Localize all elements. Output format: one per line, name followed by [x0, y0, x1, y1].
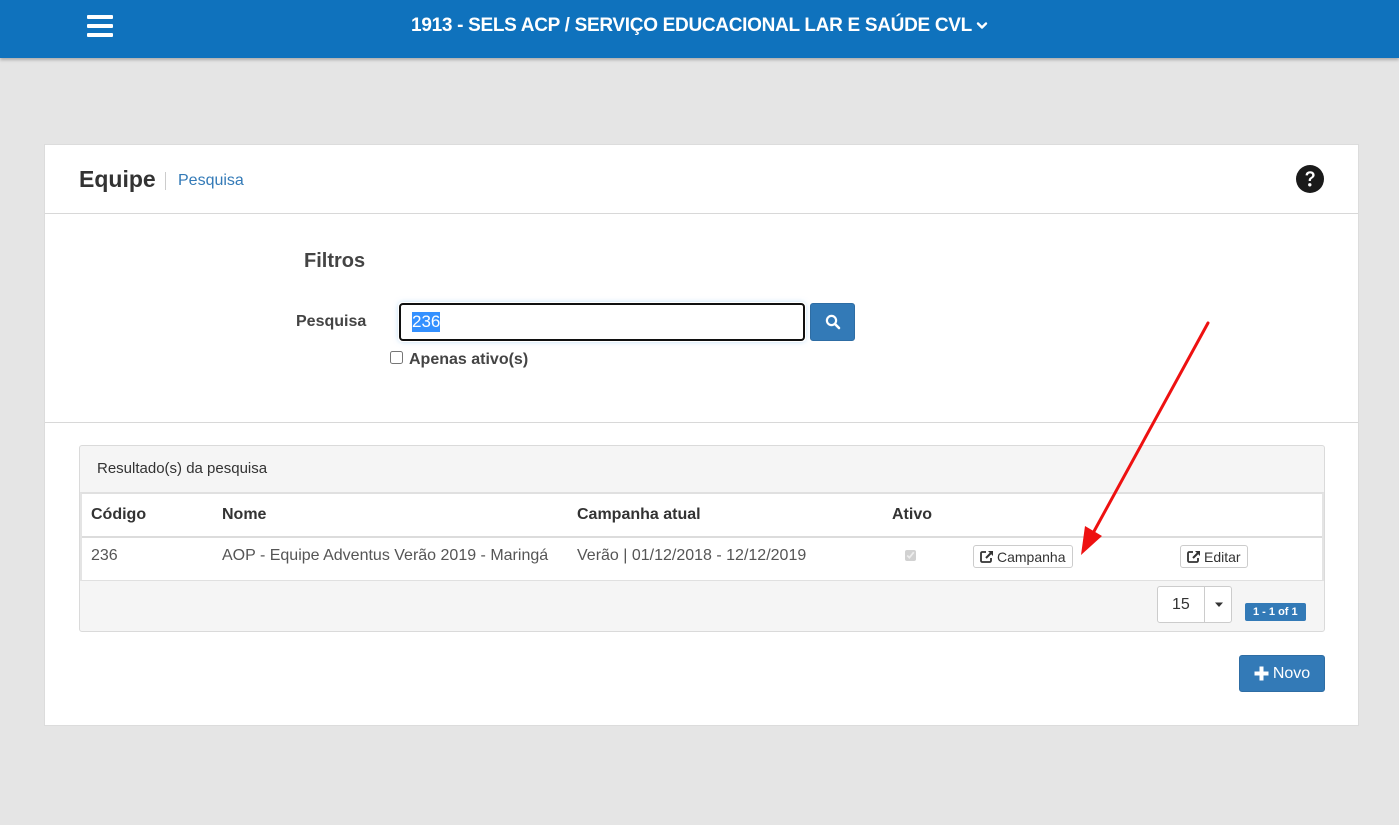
only-active-checkbox[interactable]: [390, 351, 403, 364]
cell-codigo: 236: [91, 547, 118, 564]
breadcrumb[interactable]: Pesquisa: [178, 172, 244, 190]
section-divider: [45, 422, 1358, 423]
page-title: Equipe: [79, 166, 156, 192]
cell-campanha-atual: Verão | 01/12/2018 - 12/12/2019: [577, 547, 807, 564]
search-icon: [825, 314, 840, 330]
only-active-label: Apenas ativo(s): [409, 351, 529, 368]
campanha-button[interactable]: Campanha: [973, 545, 1073, 568]
caret-down-icon: [1215, 602, 1223, 607]
organization-title: 1913 - SELS ACP / SERVIÇO EDUCACIONAL LA…: [411, 15, 972, 36]
column-header-nome: Nome: [222, 506, 267, 523]
page-size-separator: [1204, 587, 1205, 622]
cell-ativo-checkbox: [905, 550, 916, 561]
plus-icon: [1254, 666, 1269, 681]
column-header-ativo: Ativo: [892, 506, 932, 523]
campanha-button-label: Campanha: [997, 548, 1066, 565]
column-header-codigo: Código: [91, 506, 147, 523]
external-link-icon: [980, 551, 993, 563]
results-panel: Resultado(s) da pesquisa Código Nome Cam…: [79, 445, 1325, 632]
top-navbar: 1913 - SELS ACP / SERVIÇO EDUCACIONAL LA…: [0, 0, 1399, 58]
header-divider: [82, 536, 1322, 538]
novo-button[interactable]: Novo: [1239, 655, 1325, 692]
cell-nome: AOP - Equipe Adventus Verão 2019 - Marin…: [222, 547, 549, 564]
editar-button-label: Editar: [1204, 548, 1241, 565]
help-icon[interactable]: [1295, 164, 1325, 194]
search-button[interactable]: [810, 303, 855, 341]
title-separator: [165, 172, 166, 190]
filters-title: Filtros: [304, 250, 366, 272]
organization-selector[interactable]: 1913 - SELS ACP / SERVIÇO EDUCACIONAL LA…: [0, 15, 1399, 37]
main-panel: Equipe Pesquisa Filtros Pesquisa Apenas …: [44, 144, 1359, 726]
external-link-icon: [1187, 551, 1200, 563]
chevron-down-icon: [976, 22, 988, 29]
panel-header: Equipe Pesquisa: [45, 145, 1358, 214]
search-label: Pesquisa: [296, 313, 367, 330]
search-input[interactable]: [398, 302, 806, 342]
column-header-campanha-atual: Campanha atual: [577, 506, 701, 523]
page-size-select[interactable]: 15: [1157, 586, 1232, 623]
pager-info-badge: 1 - 1 of 1: [1245, 603, 1306, 621]
editar-button[interactable]: Editar: [1180, 545, 1248, 568]
results-table: Código Nome Campanha atual Ativo 236 AOP…: [80, 492, 1324, 581]
novo-button-label: Novo: [1272, 664, 1311, 682]
page-size-value: 15: [1172, 596, 1190, 613]
results-title: Resultado(s) da pesquisa: [97, 460, 268, 477]
